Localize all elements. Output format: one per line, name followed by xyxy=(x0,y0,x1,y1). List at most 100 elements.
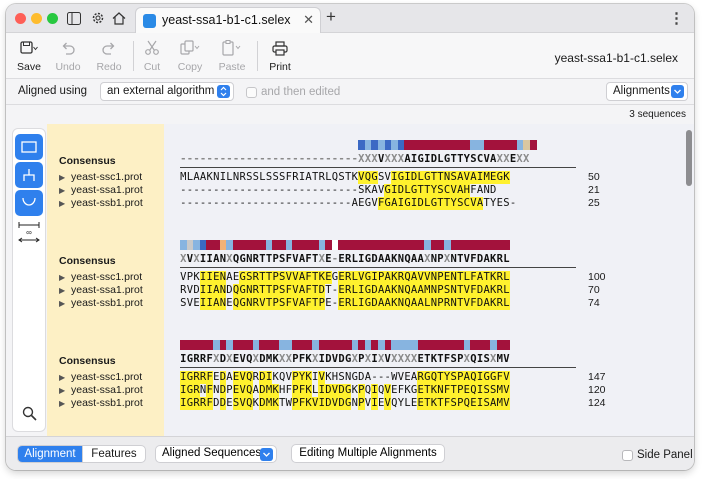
undo-label: Undo xyxy=(55,61,81,73)
redo-label: Redo xyxy=(96,61,122,73)
disclosure-triangle-icon[interactable]: ▶ xyxy=(59,199,71,208)
sequence-row[interactable]: --------------------------AEGVFGAIGIDLGT… xyxy=(180,197,516,210)
then-edited-checkbox[interactable] xyxy=(246,87,257,98)
sequence-row[interactable]: SVEIIANEQGNRVTPSFVAFTPE-ERLIGDAAKNQAALNP… xyxy=(180,297,510,310)
sequence-row[interactable]: IGRRFEDAEVQRDIKQVPYKIVKHSNGDA---WVEARGQT… xyxy=(180,371,510,384)
consensus-sequence: ---------------------------XXXVXXXAIGIDL… xyxy=(180,153,530,165)
aligned-sequences-select[interactable]: Aligned Sequences xyxy=(155,445,277,463)
redo-button[interactable]: Redo xyxy=(88,33,130,79)
sequence-end-position: 147 xyxy=(588,371,606,383)
sequence-name[interactable]: ▶ yeast-ssa1.prot xyxy=(59,284,143,296)
sequence-name[interactable]: ▶ yeast-ssc1.prot xyxy=(59,271,142,283)
print-button[interactable]: Print xyxy=(259,33,301,79)
sequence-name[interactable]: ▶ yeast-ssa1.prot xyxy=(59,384,143,396)
disclosure-triangle-icon[interactable]: ▶ xyxy=(59,186,71,195)
scroll-thumb[interactable] xyxy=(686,130,692,186)
sequence-name[interactable]: ▶ yeast-ssc1.prot xyxy=(59,171,142,183)
sequence-row[interactable]: IGRRFDDESVQKDMKTWPFKVIDVDGNPVIEVQYLEETKT… xyxy=(180,397,510,410)
disclosure-triangle-icon[interactable]: ▶ xyxy=(59,173,71,182)
disclosure-triangle-icon[interactable]: ▶ xyxy=(59,399,71,408)
conservation-bar xyxy=(180,140,680,150)
more-icon[interactable]: ⋮ xyxy=(669,9,684,27)
sequence-row[interactable]: IGRNFNDPEVQADMKHFPFKLIDVDGKPQIQVEFKGETKN… xyxy=(180,384,510,397)
tab-alignment[interactable]: Alignment xyxy=(18,446,82,462)
cut-button[interactable]: Cut xyxy=(131,33,173,79)
algorithm-select[interactable]: an external algorithm xyxy=(100,82,234,101)
paste-icon xyxy=(211,38,253,58)
rectangle-select-button[interactable] xyxy=(15,134,43,160)
conservation-bar xyxy=(180,340,680,350)
sidebar-icon[interactable] xyxy=(66,10,82,26)
aligned-sequences-value: Aligned Sequences xyxy=(162,447,262,459)
view-segmented-control: Alignment Features xyxy=(17,445,146,463)
conservation-cell xyxy=(529,140,537,150)
sequence-name-text: yeast-ssb1.prot xyxy=(71,397,143,409)
ruler-icon[interactable]: ∞ xyxy=(17,221,41,243)
copy-button[interactable]: Copy xyxy=(169,33,211,79)
document-icon xyxy=(143,14,156,28)
sequence-end-position: 74 xyxy=(588,297,600,309)
conservation-cell xyxy=(503,340,511,350)
copy-label: Copy xyxy=(177,61,203,73)
undo-button[interactable]: Undo xyxy=(47,33,89,79)
side-panel-checkbox[interactable] xyxy=(622,450,633,461)
sequence-row[interactable]: VPKIIENAEGSRTTPSVVAFTKEGERLVGIPAKRQAVVNP… xyxy=(180,271,510,284)
sequence-row[interactable]: RVDIIANDQGNRTTPSFVAFTDT-ERLIGDAAKNQAAMNP… xyxy=(180,284,510,297)
cut-label: Cut xyxy=(143,61,161,73)
disclosure-triangle-icon[interactable]: ▶ xyxy=(59,286,71,295)
close-icon[interactable]: ✕ xyxy=(303,12,314,28)
alignments-value: Alignments xyxy=(613,85,670,97)
vertical-scrollbar[interactable] xyxy=(684,124,694,436)
conservation-bar xyxy=(180,240,680,250)
gear-icon[interactable] xyxy=(90,10,106,26)
options-bar: Aligned using an external algorithm and … xyxy=(6,79,694,105)
consensus-divider xyxy=(180,367,576,368)
zoom-window-button[interactable] xyxy=(47,13,58,24)
tab-features[interactable]: Features xyxy=(82,446,145,462)
bottom-bar: Alignment Features Aligned Sequences Edi… xyxy=(6,436,694,470)
sequence-name[interactable]: ▶ yeast-ssa1.prot xyxy=(59,184,143,196)
plus-icon[interactable]: + xyxy=(326,7,336,27)
disclosure-triangle-icon[interactable]: ▶ xyxy=(59,373,71,382)
app-window: yeast-ssa1-b1-c1.selex ✕ + ⋮ Save Undo R… xyxy=(6,4,694,470)
sequence-end-position: 120 xyxy=(588,384,606,396)
undo-icon xyxy=(47,38,89,58)
toolbar-divider xyxy=(257,41,258,71)
tab-title: yeast-ssa1-b1-c1.selex xyxy=(162,13,291,27)
sequence-end-position: 124 xyxy=(588,397,606,409)
sequence-name[interactable]: ▶ yeast-ssc1.prot xyxy=(59,371,142,383)
consensus-label: Consensus xyxy=(59,155,116,167)
sequence-row[interactable]: ---------------------------SKAVGIDLGTTYS… xyxy=(180,184,497,197)
consensus-divider xyxy=(180,267,576,268)
sequence-count: 3 sequences xyxy=(629,109,686,120)
save-icon xyxy=(8,38,50,58)
home-icon[interactable] xyxy=(111,10,127,26)
paste-button[interactable]: Paste xyxy=(211,33,253,79)
sequence-name-text: yeast-ssc1.prot xyxy=(71,271,143,283)
sequence-name[interactable]: ▶ yeast-ssb1.prot xyxy=(59,397,143,409)
arc-view-button[interactable] xyxy=(15,190,43,216)
document-tab[interactable]: yeast-ssa1-b1-c1.selex ✕ xyxy=(135,7,321,33)
editing-multiple-alignments-button[interactable]: Editing Multiple Alignments xyxy=(291,444,445,463)
disclosure-triangle-icon[interactable]: ▶ xyxy=(59,299,71,308)
search-icon[interactable] xyxy=(15,400,43,426)
sequence-name-text: yeast-ssc1.prot xyxy=(71,371,143,383)
minimize-window-button[interactable] xyxy=(31,13,42,24)
sequence-name-text: yeast-ssa1.prot xyxy=(71,184,143,196)
scissors-icon xyxy=(131,38,173,58)
tree-view-button[interactable] xyxy=(15,162,43,188)
sequence-end-position: 100 xyxy=(588,271,606,283)
sequence-name[interactable]: ▶ yeast-ssb1.prot xyxy=(59,197,143,209)
close-window-button[interactable] xyxy=(15,13,26,24)
chevron-down-icon xyxy=(260,448,273,461)
save-button[interactable]: Save xyxy=(8,33,50,79)
printer-icon xyxy=(259,38,301,58)
sequence-end-position: 70 xyxy=(588,284,600,296)
sequence-row[interactable]: MLAAKNILNRSSLSSSFRIATRLQSTKVQGSVIGIDLGTT… xyxy=(180,171,510,184)
alignment-pane[interactable]: ---------------------------XXXVXXXAIGIDL… xyxy=(164,124,684,436)
disclosure-triangle-icon[interactable]: ▶ xyxy=(59,386,71,395)
alignments-select[interactable]: Alignments xyxy=(606,82,688,101)
disclosure-triangle-icon[interactable]: ▶ xyxy=(59,273,71,282)
sequence-name[interactable]: ▶ yeast-ssb1.prot xyxy=(59,297,143,309)
sequence-end-position: 50 xyxy=(588,171,600,183)
